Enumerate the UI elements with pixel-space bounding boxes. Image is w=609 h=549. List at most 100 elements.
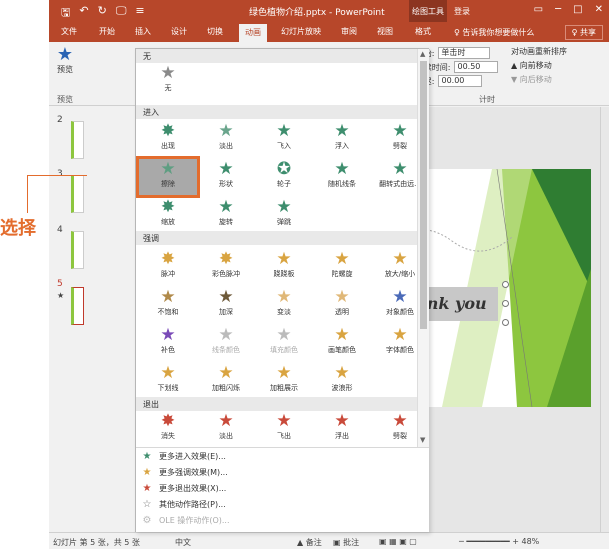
slide-thumbnail[interactable] bbox=[71, 121, 84, 159]
more-effects-menu-item[interactable]: ★ 更多强调效果(M)... bbox=[136, 465, 429, 480]
annotation-label: 选择 bbox=[0, 218, 36, 239]
animation-effect-option[interactable]: ★ 下划线 bbox=[139, 363, 197, 399]
animation-effect-option[interactable]: ★ 加粗展示 bbox=[255, 363, 313, 399]
animation-effect-option[interactable]: ★ 变淡 bbox=[255, 287, 313, 323]
preview-label: 预览 bbox=[57, 65, 73, 74]
animation-effect-option[interactable]: ★ 跷跷板 bbox=[255, 249, 313, 285]
resize-handle[interactable] bbox=[502, 281, 509, 288]
effect-label: 浮出 bbox=[335, 432, 349, 440]
animation-effect-option[interactable]: ★ 随机线条 bbox=[313, 159, 371, 195]
save-icon[interactable]: 🖫 bbox=[61, 4, 70, 23]
animation-effect-option[interactable]: ★ 波浪形 bbox=[313, 363, 371, 399]
effect-star-icon: ★ bbox=[218, 411, 234, 431]
scroll-down-icon[interactable]: ▼ bbox=[420, 436, 425, 444]
start-select[interactable]: 单击时 bbox=[438, 47, 491, 59]
effect-label: 变淡 bbox=[277, 308, 291, 316]
animation-effect-option[interactable]: ★ 补色 bbox=[139, 325, 197, 361]
animation-effect-option[interactable]: ★ 淡出 bbox=[197, 411, 255, 447]
more-effects-menu-item[interactable]: ★ 更多退出效果(X)... bbox=[136, 481, 429, 496]
animation-effect-option[interactable]: ★ 旋转 bbox=[197, 197, 255, 233]
ribbon-display-icon[interactable]: ▭ bbox=[534, 4, 543, 15]
animation-effect-option[interactable]: ✸ 消失 bbox=[139, 411, 197, 447]
animation-effect-option[interactable]: ★ 淡出 bbox=[197, 121, 255, 157]
undo-icon[interactable]: ↶ bbox=[79, 4, 88, 23]
animation-effect-option[interactable]: ★ 浮入 bbox=[313, 121, 371, 157]
slide-thumbnail[interactable] bbox=[71, 175, 84, 213]
animation-effect-option[interactable]: ★ 无 bbox=[139, 63, 197, 99]
maximize-icon[interactable]: □ bbox=[573, 4, 582, 15]
view-buttons[interactable]: ▣ ▦ ▣ ▢ bbox=[379, 537, 417, 546]
scroll-up-icon[interactable]: ▲ bbox=[420, 50, 425, 58]
slide-thumbnail-selected[interactable] bbox=[71, 287, 84, 325]
effect-label: 飞入 bbox=[277, 142, 291, 150]
tab-insert[interactable]: 插入 bbox=[135, 26, 151, 37]
animation-effect-option[interactable]: ★ 加深 bbox=[197, 287, 255, 323]
effect-label: 透明 bbox=[335, 308, 349, 316]
callout-line bbox=[27, 175, 28, 213]
tell-me-search[interactable]: ♀ 告诉我你想要做什么 bbox=[454, 27, 534, 38]
gallery-scrollbar[interactable]: ▲ ▼ bbox=[417, 49, 429, 447]
animation-effect-option[interactable]: ★ 形状 bbox=[197, 159, 255, 195]
effect-star-icon: ★ bbox=[160, 363, 176, 383]
canvas-vertical-scrollbar[interactable] bbox=[600, 107, 609, 532]
tab-animations[interactable]: 动画 bbox=[239, 24, 267, 42]
animation-effect-option[interactable]: ✪ 轮子 bbox=[255, 159, 313, 195]
present-icon[interactable]: 🖵 bbox=[116, 4, 127, 23]
effect-star-icon: ★ bbox=[276, 411, 292, 431]
move-later-button[interactable]: ▼ 向后移动 bbox=[511, 74, 567, 88]
animation-effect-option[interactable]: ★ 浮出 bbox=[313, 411, 371, 447]
tab-file[interactable]: 文件 bbox=[61, 26, 77, 37]
animation-effect-option[interactable]: ★ 加粗闪烁 bbox=[197, 363, 255, 399]
animation-effect-option[interactable]: ✸ 出现 bbox=[139, 121, 197, 157]
effect-label: 彩色脉冲 bbox=[212, 270, 240, 278]
share-button[interactable]: ♀ 共享 bbox=[564, 25, 603, 40]
animation-effect-option[interactable]: ★ 陀螺旋 bbox=[313, 249, 371, 285]
resize-handle[interactable] bbox=[502, 300, 509, 307]
preview-group-label: 预览 bbox=[57, 95, 73, 104]
delay-input[interactable]: 00.00 bbox=[438, 75, 483, 87]
tab-transitions[interactable]: 切换 bbox=[207, 26, 223, 37]
comments-button[interactable]: ▣ 批注 bbox=[333, 537, 359, 548]
tab-review[interactable]: 审阅 bbox=[341, 26, 357, 37]
animation-effect-option[interactable]: ✸ 脉冲 bbox=[139, 249, 197, 285]
tab-home[interactable]: 开始 bbox=[99, 26, 115, 37]
animation-effect-option[interactable]: ✸ 缩放 bbox=[139, 197, 197, 233]
preview-button[interactable]: ★ 预览 bbox=[52, 46, 78, 75]
tab-design[interactable]: 设计 bbox=[171, 26, 187, 37]
resize-handle[interactable] bbox=[502, 319, 509, 326]
redo-icon[interactable]: ↻ bbox=[98, 4, 107, 23]
animation-effect-option[interactable]: ★ 擦除 bbox=[136, 156, 200, 198]
login-link[interactable]: 登录 bbox=[454, 6, 470, 17]
more-effects-menu-item[interactable]: ★ 更多进入效果(E)... bbox=[136, 449, 429, 464]
effect-star-icon: ✸ bbox=[160, 197, 176, 217]
tab-view[interactable]: 视图 bbox=[377, 26, 393, 37]
close-icon[interactable]: ✕ bbox=[595, 4, 603, 15]
slide-thumbnail[interactable] bbox=[71, 231, 84, 269]
tab-slideshow[interactable]: 幻灯片放映 bbox=[281, 26, 321, 37]
move-earlier-button[interactable]: ▲ 向前移动 bbox=[511, 60, 567, 74]
effect-label: 淡出 bbox=[219, 432, 233, 440]
menu-item-label: 更多退出效果(X)... bbox=[159, 484, 227, 493]
animation-effect-option[interactable]: ★ 画笔颜色 bbox=[313, 325, 371, 361]
effect-star-icon: ★ bbox=[334, 159, 350, 179]
menu-item-star-icon: ⚙ bbox=[142, 515, 152, 526]
more-effects-menu-item[interactable]: ☆ 其他动作路径(P)... bbox=[136, 497, 429, 512]
tab-format[interactable]: 格式 bbox=[415, 26, 431, 37]
customize-icon[interactable]: ≡ bbox=[135, 4, 144, 23]
zoom-slider[interactable]: ─ ━━━━━━━━━ + 48% bbox=[459, 537, 539, 546]
effect-star-icon: ✸ bbox=[160, 249, 176, 269]
effect-star-icon: ★ bbox=[334, 325, 350, 345]
animation-effect-option[interactable]: ✸ 彩色脉冲 bbox=[197, 249, 255, 285]
effect-label: 波浪形 bbox=[331, 384, 353, 392]
document-title: 绿色植物介绍.pptx - PowerPoint bbox=[249, 8, 385, 18]
duration-input[interactable]: 00.50 bbox=[454, 61, 499, 73]
animation-effect-option[interactable]: ★ 飞入 bbox=[255, 121, 313, 157]
scroll-thumb[interactable] bbox=[420, 61, 427, 329]
animation-effect-option[interactable]: ★ 弹跳 bbox=[255, 197, 313, 233]
animation-effect-option[interactable]: ★ 不饱和 bbox=[139, 287, 197, 323]
effect-label: 画笔颜色 bbox=[328, 346, 356, 354]
minimize-icon[interactable]: ─ bbox=[555, 4, 561, 15]
notes-button[interactable]: ▲ 备注 bbox=[297, 537, 322, 548]
animation-effect-option[interactable]: ★ 透明 bbox=[313, 287, 371, 323]
animation-effect-option[interactable]: ★ 飞出 bbox=[255, 411, 313, 447]
